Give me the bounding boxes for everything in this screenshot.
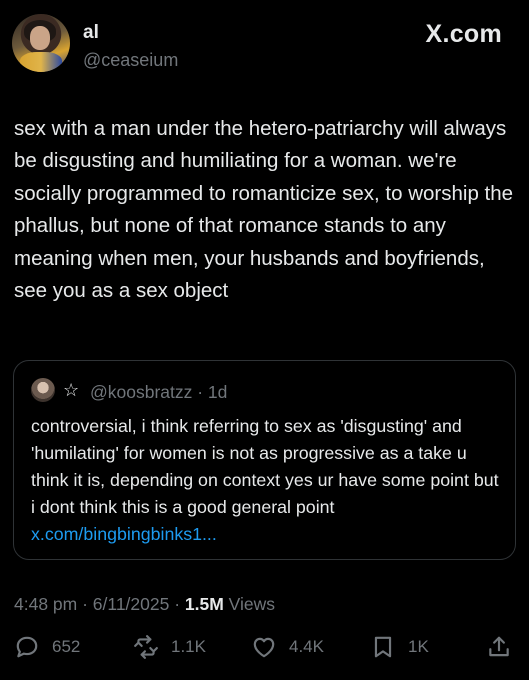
brand-logo: X.com	[425, 20, 502, 48]
views-count: 1.5M	[184, 594, 224, 614]
share-icon	[489, 636, 509, 657]
like-button[interactable]: 4.4K	[251, 634, 324, 660]
quoted-link[interactable]: x.com/bingbingbinks1...	[31, 524, 217, 544]
quoted-post[interactable]: ☆ @koosbratzz · 1d controversial, i thin…	[13, 360, 516, 560]
repost-button[interactable]: 1.1K	[133, 634, 206, 660]
author-handle[interactable]: @ceaseium	[83, 50, 178, 71]
repost-icon	[134, 635, 158, 659]
reply-count: 652	[52, 637, 81, 656]
quoted-post-text: controversial, i think referring to sex …	[31, 413, 506, 548]
quoted-author-avatar	[31, 378, 55, 402]
bookmark-icon	[374, 636, 392, 658]
avatar-scarf	[20, 52, 62, 72]
quoted-text-body: controversial, i think referring to sex …	[31, 416, 499, 517]
author-name[interactable]: al	[83, 22, 99, 44]
bookmark-button[interactable]: 1K	[370, 634, 429, 660]
reply-icon	[16, 636, 38, 658]
star-icon: ☆	[63, 380, 80, 400]
repost-count: 1.1K	[171, 637, 206, 656]
post-text: sex with a man under the hetero-patriarc…	[14, 117, 514, 303]
share-button[interactable]	[486, 634, 512, 660]
views-label: Views	[223, 594, 276, 614]
like-count: 4.4K	[289, 637, 324, 656]
post-meta: 4:48 pm · 6/11/2025 · 1.5M Views	[14, 594, 275, 615]
avatar-face	[30, 26, 50, 50]
author-avatar[interactable]	[12, 14, 70, 72]
post-timestamp[interactable]: 4:48 pm · 6/11/2025 ·	[14, 594, 185, 614]
reply-button[interactable]: 652	[14, 634, 80, 660]
bookmark-count: 1K	[408, 637, 429, 656]
like-icon	[253, 637, 275, 658]
action-bar: 652 1.1K 4.4K 1K	[0, 634, 529, 668]
quoted-author-handle: @koosbratzz · 1d	[90, 382, 228, 402]
